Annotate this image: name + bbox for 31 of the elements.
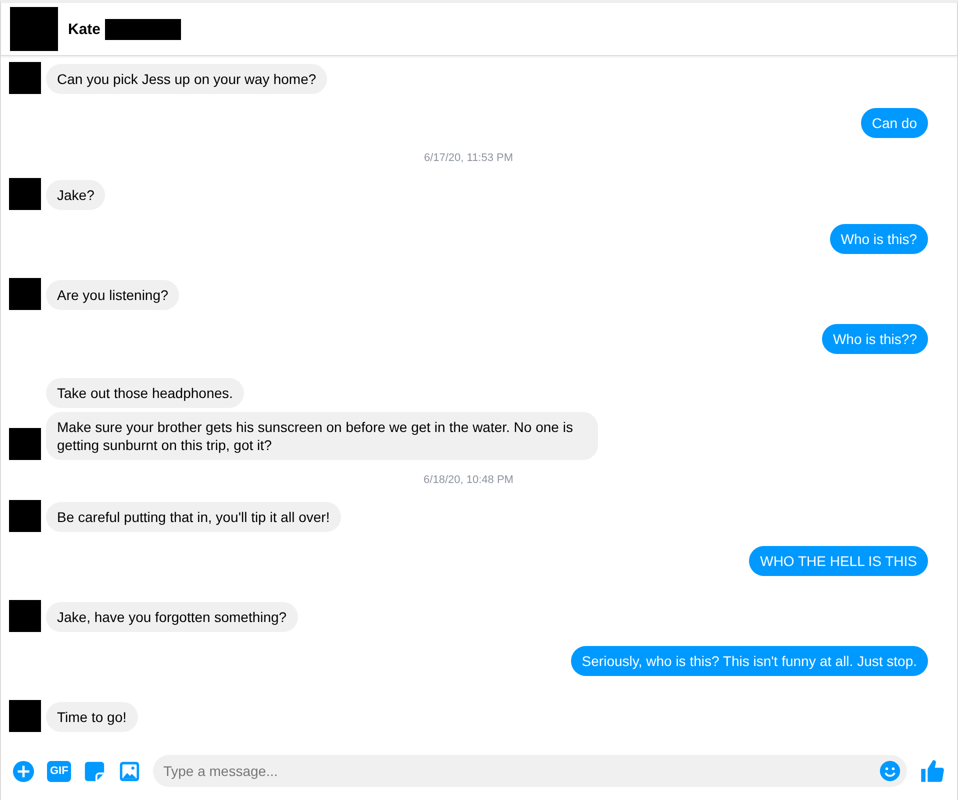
image-icon[interactable] bbox=[118, 760, 142, 782]
message-bubble: Be careful putting that in, you'll tip it all over! bbox=[46, 502, 341, 532]
timestamp: 6/17/20, 11:53 PM bbox=[424, 152, 514, 164]
message-bubble: Make sure your brother gets his sunscreen on before we get in the water. No one is getting sunburnt on this trip, got it? bbox=[46, 412, 598, 460]
message-bubble: Jake, have you forgotten something? bbox=[46, 602, 298, 632]
plus-icon[interactable] bbox=[12, 760, 35, 782]
message-bubble: Take out those headphones. bbox=[46, 378, 244, 408]
redacted-avatar bbox=[9, 178, 41, 210]
message-bubble: Time to go! bbox=[46, 702, 138, 732]
message-bubble: Seriously, who is this? This isn't funny at all. Just stop. bbox=[570, 646, 928, 676]
message-bubble: Are you listening? bbox=[46, 280, 180, 310]
redacted-avatar bbox=[9, 600, 41, 632]
message-bubble: Jake? bbox=[46, 180, 106, 210]
contact-name: Kate bbox=[68, 20, 101, 38]
message-bubble: Who is this?? bbox=[822, 324, 928, 354]
redacted-avatar bbox=[9, 62, 41, 94]
message-bubble: Can do bbox=[860, 108, 928, 138]
sticker-icon[interactable] bbox=[83, 760, 106, 782]
timestamp: 6/18/20, 10:48 PM bbox=[424, 474, 514, 486]
message-input[interactable]: Type a message... bbox=[153, 755, 907, 787]
redacted-avatar bbox=[10, 7, 58, 51]
message-bubble: Who is this? bbox=[830, 224, 928, 254]
message-bubble: WHO THE HELL IS THIS bbox=[749, 546, 928, 576]
redacted-avatar bbox=[9, 428, 41, 460]
thumbs-up-icon[interactable] bbox=[919, 758, 945, 784]
emoji-icon[interactable] bbox=[879, 760, 901, 782]
message-bubble: Can you pick Jess up on your way home? bbox=[46, 64, 328, 94]
redacted-avatar bbox=[9, 500, 41, 532]
redacted-avatar bbox=[9, 700, 41, 732]
redacted-avatar bbox=[9, 278, 41, 310]
gif-button[interactable]: GIF bbox=[47, 760, 72, 782]
